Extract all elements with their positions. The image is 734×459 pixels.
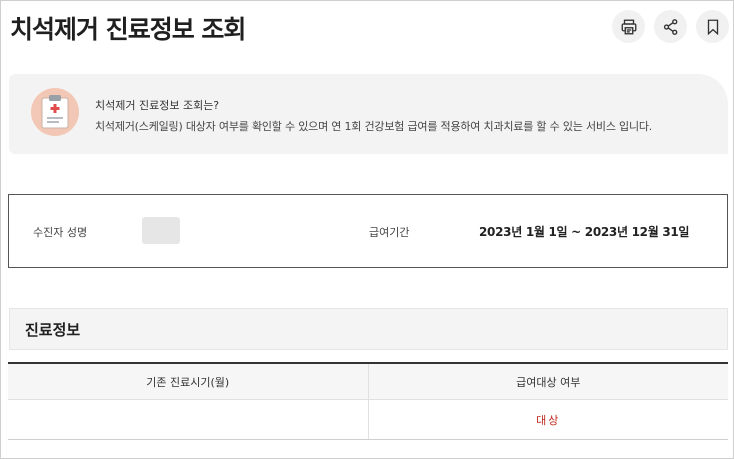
print-button[interactable] xyxy=(612,10,645,43)
column-header-visit-month: 기존 진료시기(월) xyxy=(146,375,230,389)
info-description: 치석제거(스케일링) 대상자 여부를 확인할 수 있으며 연 1회 건강보험 급… xyxy=(95,120,653,133)
info-title: 치석제거 진료정보 조회는? xyxy=(95,99,220,112)
patient-info-box: 수진자 성명 급여기간 2023년 1월 1일 ~ 2023년 12월 31일 xyxy=(8,194,728,268)
section-title: 진료정보 xyxy=(25,321,81,339)
column-header-eligibility: 급여대상 여부 xyxy=(367,364,729,399)
service-info-box: 치석제거 진료정보 조회는? 치석제거(스케일링) 대상자 여부를 확인할 수 … xyxy=(9,74,728,154)
table-row: 대상 xyxy=(8,400,728,440)
treatment-table: 기존 진료시기(월) 급여대상 여부 대상 xyxy=(8,362,728,440)
section-header-treatment-info: 진료정보 xyxy=(9,308,728,350)
cell-visit-month xyxy=(8,400,368,439)
patient-name-masked xyxy=(142,217,180,244)
bookmark-button[interactable] xyxy=(696,10,729,43)
cell-eligibility-status: 대상 xyxy=(367,400,729,439)
benefit-period-label: 급여기간 xyxy=(369,226,410,239)
benefit-period-value: 2023년 1월 1일 ~ 2023년 12월 31일 xyxy=(479,225,690,239)
page-header: 치석제거 진료정보 조회 xyxy=(0,0,734,60)
printer-icon xyxy=(621,19,636,34)
bookmark-icon xyxy=(707,19,718,35)
share-button[interactable] xyxy=(654,10,687,43)
table-header: 기존 진료시기(월) 급여대상 여부 xyxy=(8,362,728,400)
share-icon xyxy=(663,18,677,35)
patient-name-label: 수진자 성명 xyxy=(33,226,88,239)
clipboard-medical-icon xyxy=(31,88,79,136)
page-title: 치석제거 진료정보 조회 xyxy=(10,15,246,44)
